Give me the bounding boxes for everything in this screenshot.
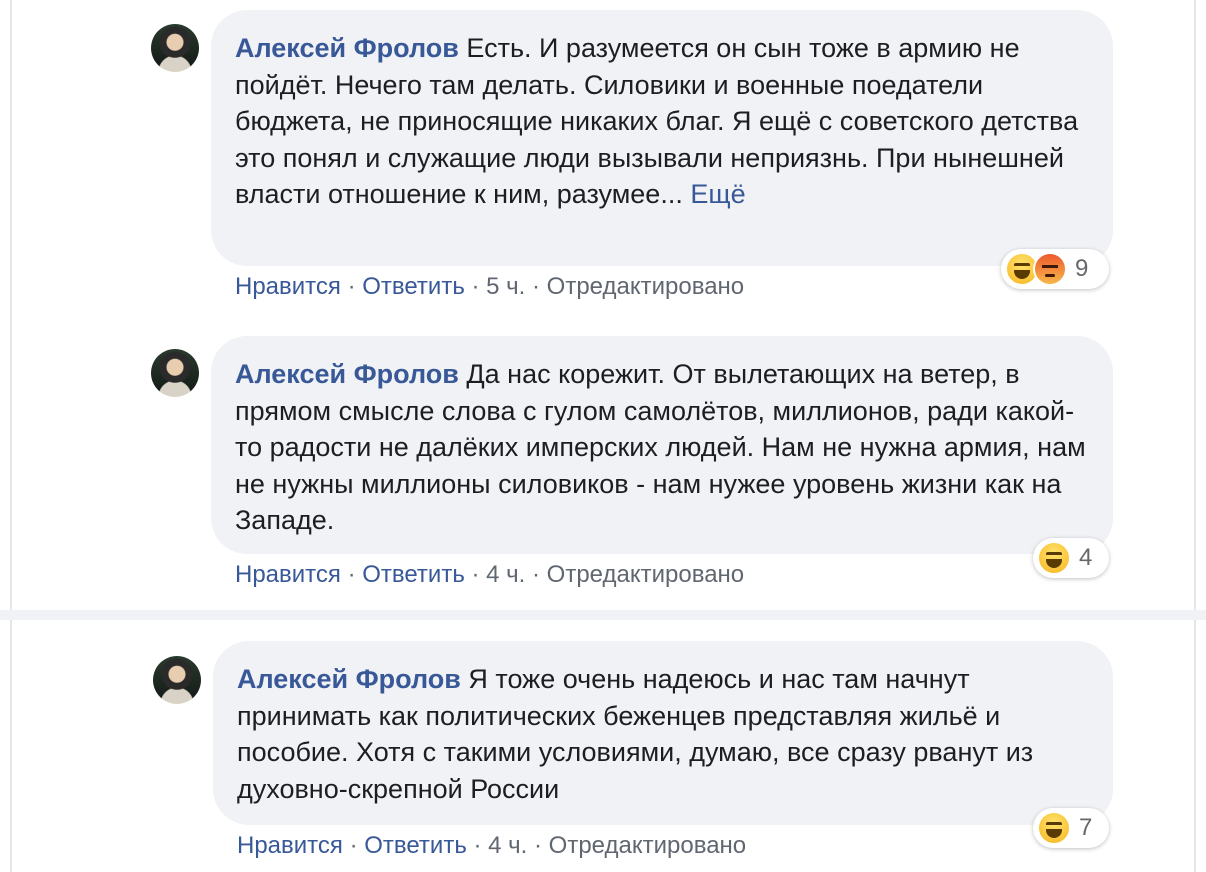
- comment-actions: Нравится · Ответить · 4 ч. · Отредактиро…: [235, 561, 744, 589]
- comment-time[interactable]: 4 ч.: [488, 832, 527, 859]
- edited-label[interactable]: Отредактировано: [549, 832, 746, 859]
- haha-emoji-icon: [1037, 541, 1071, 575]
- comment-actions: Нравится · Ответить · 5 ч. · Отредактиро…: [235, 273, 744, 301]
- comment-bubble: Алексей Фролов Есть. И разумеется он сын…: [211, 10, 1113, 266]
- comment-author[interactable]: Алексей Фролов: [237, 664, 461, 694]
- reaction-count: 4: [1079, 544, 1093, 571]
- comment-author[interactable]: Алексей Фролов: [235, 33, 459, 63]
- angry-emoji-icon: [1033, 252, 1067, 286]
- separator: ·: [525, 273, 547, 300]
- comment-actions: Нравится · Ответить · 4 ч. · Отредактиро…: [237, 832, 746, 860]
- separator: ·: [342, 832, 365, 859]
- like-link[interactable]: Нравится: [235, 273, 341, 300]
- comment-time[interactable]: 5 ч.: [486, 273, 525, 300]
- avatar[interactable]: [151, 24, 199, 72]
- separator: ·: [466, 832, 489, 859]
- reactions-badge[interactable]: 9: [1001, 249, 1109, 289]
- comment-time[interactable]: 4 ч.: [486, 561, 525, 588]
- see-more-link[interactable]: Ещё: [690, 179, 745, 209]
- reactions-badge[interactable]: 7: [1033, 808, 1109, 848]
- like-link[interactable]: Нравится: [237, 832, 343, 859]
- avatar[interactable]: [153, 656, 201, 704]
- separator: ·: [464, 561, 487, 588]
- haha-emoji-icon: [1037, 811, 1071, 845]
- separator: ·: [340, 561, 363, 588]
- like-link[interactable]: Нравится: [235, 561, 341, 588]
- avatar[interactable]: [151, 349, 199, 397]
- separator: ·: [340, 273, 363, 300]
- edited-label[interactable]: Отредактировано: [547, 561, 744, 588]
- separator: ·: [525, 561, 547, 588]
- reaction-count: 9: [1075, 255, 1089, 282]
- comment-bubble: Алексей Фролов Я тоже очень надеюсь и на…: [213, 641, 1113, 825]
- reaction-count: 7: [1079, 814, 1093, 841]
- separator: ·: [527, 832, 549, 859]
- reply-link[interactable]: Ответить: [362, 561, 465, 588]
- edited-label[interactable]: Отредактировано: [547, 273, 744, 300]
- reactions-badge[interactable]: 4: [1033, 538, 1109, 578]
- reply-link[interactable]: Ответить: [364, 832, 467, 859]
- comment-author[interactable]: Алексей Фролов: [235, 359, 459, 389]
- panel-gap: [0, 610, 1206, 620]
- comment-bubble: Алексей Фролов Да нас корежит. От вылета…: [211, 336, 1113, 554]
- reply-link[interactable]: Ответить: [362, 273, 465, 300]
- separator: ·: [464, 273, 487, 300]
